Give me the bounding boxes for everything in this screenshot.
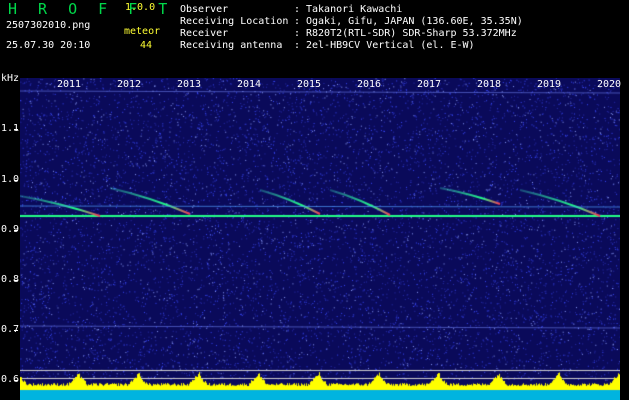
x-axis-label: 2011 [57, 79, 82, 90]
info-value: Takanori Kawachi [306, 4, 403, 15]
x-axis-label: 2012 [117, 79, 142, 90]
app-version: 1.0.0 [125, 2, 156, 13]
meteor-count: 44 [140, 40, 153, 51]
info-value: Ogaki, Gifu, JAPAN (136.60E, 35.35N) [306, 16, 523, 27]
y-tick-mark [14, 180, 18, 181]
meteor-label: meteor [124, 26, 161, 37]
x-axis-label: 2015 [297, 79, 322, 90]
spectrogram-canvas [20, 78, 620, 400]
x-axis-label: 2014 [237, 79, 262, 90]
y-tick-mark [14, 280, 18, 281]
info-row-receiver: Receiver: R820T2(RTL-SDR) SDR-Sharp 53.37… [180, 28, 517, 39]
filename-label: 2507302010.png [6, 20, 91, 31]
y-tick-mark [14, 330, 18, 331]
hrofft-window: H R O F F T 1.0.0 2507302010.png meteor … [0, 0, 629, 400]
x-axis-label: 2017 [417, 79, 442, 90]
info-key: Observer [180, 4, 229, 15]
info-key: Receiving antenna [180, 40, 283, 51]
info-value: 2el-HB9CV Vertical (el. E-W) [306, 40, 475, 51]
info-row-location: Receiving Location: Ogaki, Gifu, JAPAN (1… [180, 16, 523, 27]
y-tick-mark [14, 129, 18, 130]
x-axis-label: 2020 [597, 79, 622, 90]
y-tick-mark [14, 230, 18, 231]
y-tick-mark [14, 380, 18, 381]
y-axis-unit: kHz [1, 73, 20, 84]
x-axis-label: 2018 [477, 79, 502, 90]
x-axis-label: 2016 [357, 79, 382, 90]
info-value: R820T2(RTL-SDR) SDR-Sharp 53.372MHz [306, 28, 517, 39]
info-key: Receiver [180, 28, 229, 39]
info-row-antenna: Receiving antenna:2el-HB9CV Vertical (el… [180, 40, 475, 51]
info-row-observer: Observer: Takanori Kawachi [180, 4, 403, 15]
x-axis-label: 2019 [537, 79, 562, 90]
timestamp-label: 25.07.30 20:10 [6, 40, 91, 51]
x-axis-label: 2013 [177, 79, 202, 90]
info-key: Receiving Location [180, 16, 289, 27]
